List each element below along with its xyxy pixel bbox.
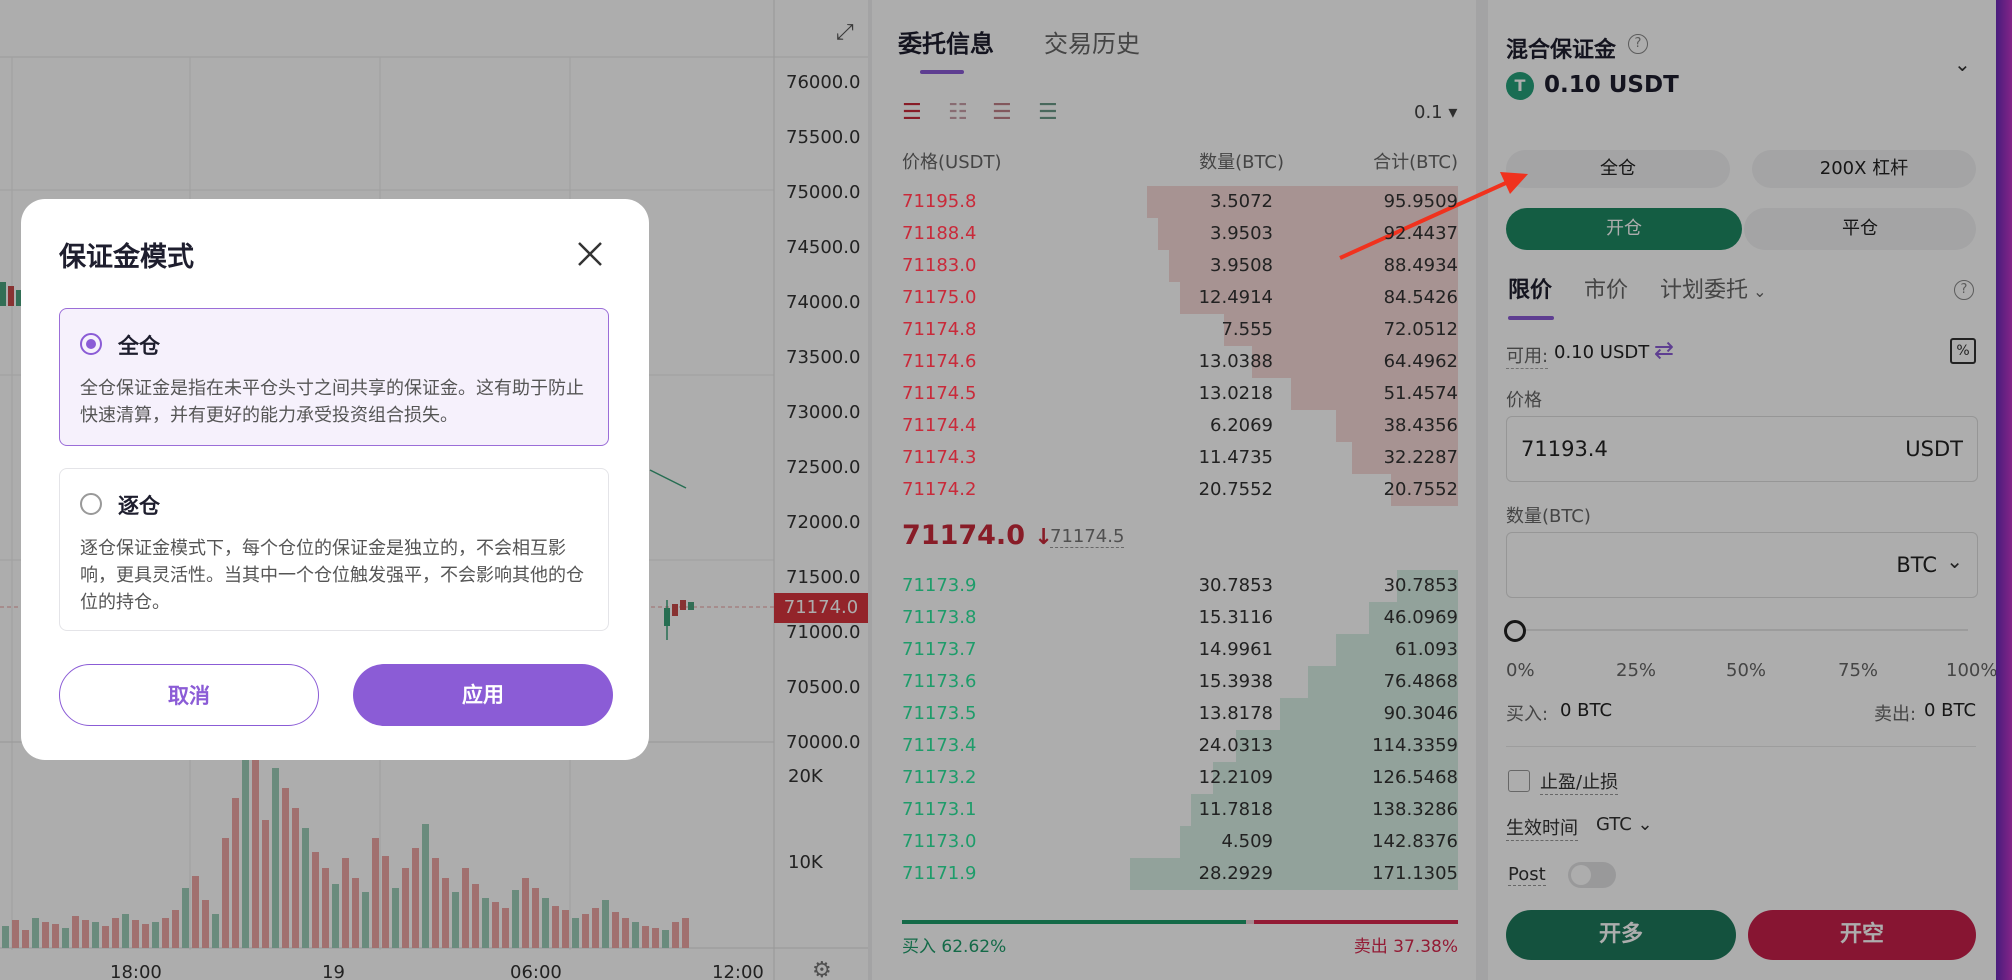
bid-total: 142.8376	[1372, 831, 1458, 852]
bid-total: 76.4868	[1383, 671, 1458, 692]
bid-total: 30.7853	[1383, 575, 1458, 596]
ask-price: 71183.0	[902, 255, 977, 276]
bid-qty: 15.3116	[1198, 607, 1273, 628]
bid-total: 114.3359	[1372, 735, 1458, 756]
bid-total: 46.0969	[1383, 607, 1458, 628]
bid-qty: 13.8178	[1198, 703, 1273, 724]
ask-total: 84.5426	[1383, 287, 1458, 308]
ask-total: 64.4962	[1383, 351, 1458, 372]
bid-qty: 24.0313	[1198, 735, 1273, 756]
ask-price: 71174.2	[902, 479, 977, 500]
ask-qty: 3.9503	[1210, 223, 1273, 244]
bid-qty: 4.509	[1221, 831, 1273, 852]
bid-price: 71173.7	[902, 639, 977, 660]
option-desc: 全仓保证金是指在未平仓头寸之间共享的保证金。这有助于防止快速清算，并有更好的能力…	[80, 378, 584, 426]
option-isolated-margin[interactable]: 逐仓 逐仓保证金模式下，每个仓位的保证金是独立的，不会相互影响，更具灵活性。当其…	[59, 468, 609, 631]
bid-total: 126.5468	[1372, 767, 1458, 788]
ask-price: 71174.6	[902, 351, 977, 372]
ask-total: 88.4934	[1383, 255, 1458, 276]
ask-qty: 6.2069	[1210, 415, 1273, 436]
close-icon[interactable]	[575, 239, 605, 269]
ask-price: 71188.4	[902, 223, 977, 244]
ask-qty: 3.9508	[1210, 255, 1273, 276]
ask-qty: 12.4914	[1198, 287, 1273, 308]
ask-price: 71174.5	[902, 383, 977, 404]
option-cross-margin[interactable]: 全仓 全仓保证金是指在未平仓头寸之间共享的保证金。这有助于防止快速清算，并有更好…	[59, 308, 609, 446]
bid-price: 71171.9	[902, 863, 977, 884]
ask-qty: 11.4735	[1198, 447, 1273, 468]
ask-price: 71174.8	[902, 319, 977, 340]
ask-total: 38.4356	[1383, 415, 1458, 436]
bid-qty: 28.2929	[1198, 863, 1273, 884]
bid-qty: 11.7818	[1198, 799, 1273, 820]
ask-price: 71174.3	[902, 447, 977, 468]
option-desc: 逐仓保证金模式下，每个仓位的保证金是独立的，不会相互影响，更具灵活性。当其中一个…	[80, 538, 584, 613]
radio-dot	[86, 339, 96, 349]
radio-cross-margin[interactable]	[80, 333, 102, 355]
close-icon-svg	[578, 242, 602, 266]
bid-qty: 14.9961	[1198, 639, 1273, 660]
bid-qty: 12.2109	[1198, 767, 1273, 788]
ask-qty: 7.555	[1221, 319, 1273, 340]
ask-total: 95.9509	[1383, 191, 1458, 212]
ask-total: 32.2287	[1383, 447, 1458, 468]
ask-price: 71195.8	[902, 191, 977, 212]
ask-total: 20.7552	[1383, 479, 1458, 500]
bid-price: 71173.2	[902, 767, 977, 788]
bid-qty: 30.7853	[1198, 575, 1273, 596]
radio-isolated-margin[interactable]	[80, 493, 102, 515]
bid-price: 71173.0	[902, 831, 977, 852]
margin-mode-dialog: 保证金模式 全仓 全仓保证金是指在未平仓头寸之间共享的保证金。这有助于防止快速清…	[21, 199, 649, 760]
bid-total: 90.3046	[1383, 703, 1458, 724]
cancel-button[interactable]: 取消	[59, 664, 319, 726]
option-title: 逐仓	[118, 494, 160, 518]
bid-total: 171.1305	[1372, 863, 1458, 884]
ask-price: 71174.4	[902, 415, 977, 436]
bid-total: 138.3286	[1372, 799, 1458, 820]
bid-price: 71173.6	[902, 671, 977, 692]
ask-total: 72.0512	[1383, 319, 1458, 340]
dialog-title: 保证金模式	[59, 242, 194, 273]
option-title: 全仓	[118, 334, 160, 358]
bid-price: 71173.4	[902, 735, 977, 756]
bid-total: 61.093	[1395, 639, 1458, 660]
apply-button[interactable]: 应用	[353, 664, 613, 726]
ask-qty: 13.0388	[1198, 351, 1273, 372]
ask-qty: 20.7552	[1198, 479, 1273, 500]
ask-qty: 13.0218	[1198, 383, 1273, 404]
ask-total: 92.4437	[1383, 223, 1458, 244]
ask-price: 71175.0	[902, 287, 977, 308]
bid-price: 71173.8	[902, 607, 977, 628]
bid-price: 71173.9	[902, 575, 977, 596]
ask-total: 51.4574	[1383, 383, 1458, 404]
bid-price: 71173.1	[902, 799, 977, 820]
bid-qty: 15.3938	[1198, 671, 1273, 692]
bid-price: 71173.5	[902, 703, 977, 724]
ask-qty: 3.5072	[1210, 191, 1273, 212]
